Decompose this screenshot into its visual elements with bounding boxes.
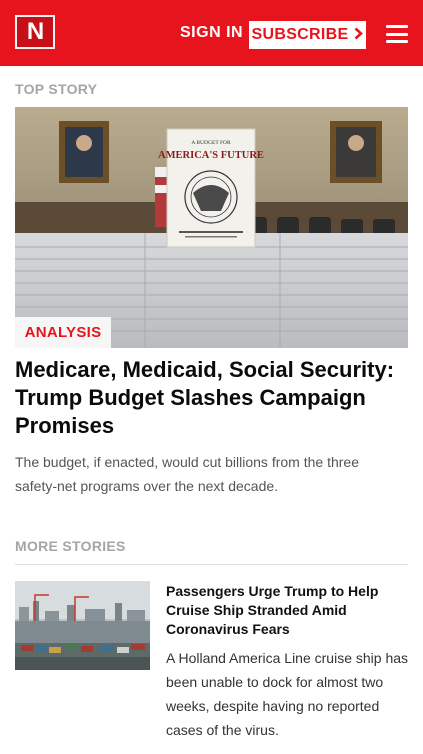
top-story-headline[interactable]: Medicare, Medicaid, Social Security: Tru… (15, 356, 410, 440)
sign-in-link[interactable]: SIGN IN (180, 24, 243, 42)
svg-text:AMERICA'S FUTURE: AMERICA'S FUTURE (158, 150, 264, 161)
story-title[interactable]: Passengers Urge Trump to Help Cruise Shi… (166, 582, 386, 639)
svg-text:A BUDGET FOR: A BUDGET FOR (191, 140, 231, 146)
top-story-label: TOP STORY (15, 81, 98, 97)
chevron-right-icon (354, 27, 364, 43)
more-stories-label: MORE STORIES (15, 538, 126, 554)
hamburger-menu-icon[interactable] (386, 25, 408, 43)
site-header: N SIGN IN SUBSCRIBE (0, 0, 423, 66)
story-summary: A Holland America Line cruise ship has b… (166, 650, 409, 738)
story-thumbnail[interactable] (15, 581, 150, 670)
analysis-badge[interactable]: ANALYSIS (15, 317, 111, 348)
subscribe-button[interactable]: SUBSCRIBE (249, 21, 366, 49)
subscribe-label: SUBSCRIBE (251, 26, 349, 43)
site-logo[interactable]: N (15, 15, 55, 49)
top-story-dek: The budget, if enacted, would cut billio… (15, 454, 359, 494)
section-divider (15, 564, 408, 565)
top-story-image[interactable]: A BUDGET FOR AMERICA'S FUTURE (15, 107, 408, 348)
